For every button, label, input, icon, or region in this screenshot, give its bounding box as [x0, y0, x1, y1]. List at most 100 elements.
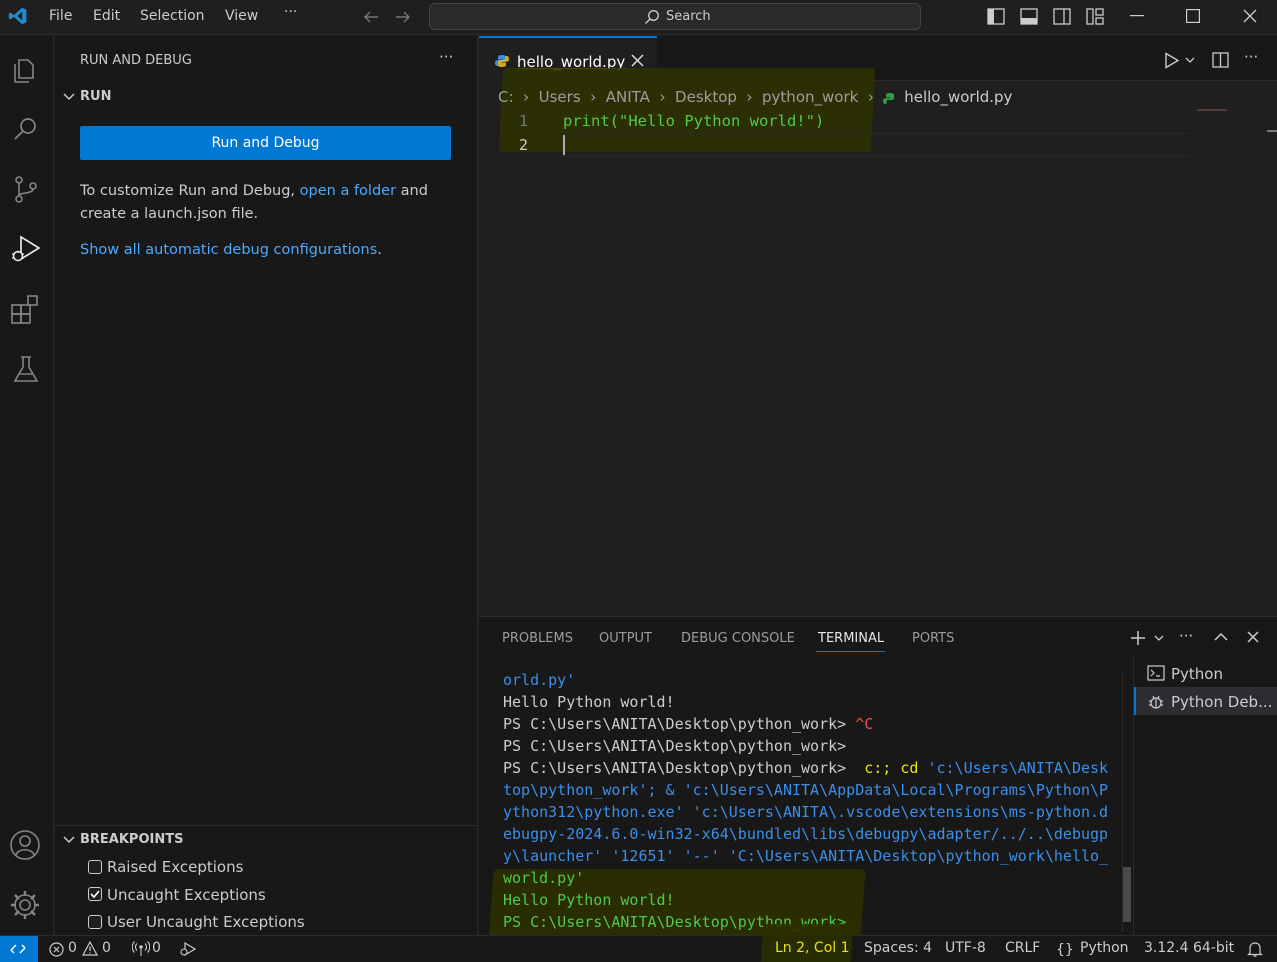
- maximize-panel-chevron-up-icon[interactable]: [1214, 632, 1228, 641]
- terminal-line-text: PS C:\Users\ANITA\Desktop\python_work>: [503, 759, 865, 777]
- terminal-line-text: ebugpy-2024.6.0-win32-x64\bundled\libs\d…: [503, 825, 1109, 843]
- toggle-panel-icon[interactable]: [1020, 8, 1038, 25]
- sidebar-more-button[interactable]: ···: [439, 48, 453, 66]
- terminal-line: Hello Python world!: [503, 891, 675, 909]
- new-terminal-plus-icon[interactable]: [1130, 630, 1146, 646]
- breadcrumb-users[interactable]: Users: [539, 88, 581, 106]
- accounts-icon[interactable]: [9, 828, 43, 862]
- debug-launch-icon[interactable]: [179, 941, 197, 957]
- user-uncaught-exceptions-checkbox[interactable]: [88, 915, 102, 929]
- breadcrumb-anita[interactable]: ANITA: [606, 88, 650, 106]
- breadcrumb-desktop[interactable]: Desktop: [675, 88, 737, 106]
- raised-exceptions-label: Raised Exceptions: [107, 858, 244, 876]
- indentation-spaces[interactable]: Spaces: 4: [864, 940, 932, 956]
- run-options-chevron-icon[interactable]: [1185, 57, 1195, 64]
- tab-close-icon[interactable]: [631, 54, 644, 67]
- toggle-secondary-sidebar-icon[interactable]: [1053, 8, 1071, 25]
- terminal-item-python[interactable]: Python: [1171, 665, 1223, 683]
- back-arrow-icon[interactable]: [362, 9, 380, 25]
- terminal-scrollbar[interactable]: [1123, 867, 1131, 922]
- chevron-down-icon[interactable]: [63, 92, 75, 102]
- testing-flask-icon[interactable]: [9, 352, 43, 386]
- ports-count[interactable]: 0: [152, 940, 161, 956]
- editor-more-actions-icon[interactable]: ···: [1244, 48, 1258, 66]
- help-text-suffix: and: [400, 183, 428, 199]
- search-view-icon[interactable]: [9, 112, 43, 146]
- remote-indicator-button[interactable]: [0, 936, 38, 962]
- python-interpreter[interactable]: 3.12.4 64-bit: [1144, 940, 1234, 956]
- status-bar: 0 0 0 Ln 2, Col 1 Spaces: 4 UTF-8 CRLF {…: [0, 924, 1277, 962]
- errors-icon[interactable]: [49, 942, 64, 957]
- menu-view[interactable]: View: [225, 8, 258, 24]
- menu-selection[interactable]: Selection: [140, 8, 205, 24]
- terminal-line: PS C:\Users\ANITA\Desktop\python_work>: [503, 737, 846, 755]
- uncaught-exceptions-checkbox[interactable]: [88, 887, 102, 901]
- terminal-line: y\launcher' '12651' '--' 'C:\Users\ANITA…: [503, 847, 1108, 865]
- ports-broadcast-icon[interactable]: [132, 941, 150, 957]
- terminal-line: top\python_work'; & 'c:\Users\ANITA\AppD…: [503, 781, 1108, 799]
- language-mode[interactable]: Python: [1080, 940, 1129, 956]
- terminal-dropdown-chevron-icon[interactable]: [1154, 635, 1164, 642]
- activity-bar: [0, 36, 54, 935]
- errors-count[interactable]: 0: [68, 940, 77, 956]
- terminal-line: orld.py': [503, 671, 575, 689]
- warnings-icon[interactable]: [82, 941, 98, 956]
- run-and-debug-icon[interactable]: [9, 232, 43, 266]
- split-editor-icon[interactable]: [1212, 52, 1229, 68]
- forward-arrow-icon[interactable]: [394, 9, 412, 25]
- end-of-line[interactable]: CRLF: [1005, 940, 1040, 956]
- menu-edit[interactable]: Edit: [93, 8, 120, 24]
- code-line[interactable]: print("Hello Python world!"): [563, 112, 824, 130]
- open-folder-link[interactable]: open a folder: [300, 183, 396, 199]
- close-window-icon[interactable]: [1243, 9, 1257, 23]
- run-section-header[interactable]: RUN: [80, 89, 111, 104]
- maximize-icon[interactable]: [1186, 9, 1200, 23]
- line-number: 2: [519, 136, 529, 154]
- run-and-debug-button[interactable]: Run and Debug: [80, 126, 451, 160]
- cursor-position[interactable]: Ln 2, Col 1: [775, 940, 850, 956]
- explorer-icon[interactable]: [9, 52, 43, 86]
- terminal-line-text: y\launcher' '12651' '--' 'C:\Users\ANITA…: [503, 847, 1109, 865]
- toggle-primary-sidebar-icon[interactable]: [987, 8, 1005, 25]
- terminal-shell-icon: [1147, 665, 1165, 681]
- run-debug-sidebar: RUN AND DEBUG ··· RUN Run and Debug To c…: [55, 36, 478, 935]
- language-braces-icon[interactable]: {}: [1056, 942, 1074, 958]
- terminal-line-text: Hello Python world!: [503, 693, 675, 711]
- close-panel-icon[interactable]: [1247, 631, 1259, 643]
- terminal-line-text: world.py': [503, 869, 585, 887]
- customize-layout-icon[interactable]: [1086, 8, 1104, 25]
- breadcrumb-file[interactable]: hello_world.py: [904, 88, 1012, 106]
- python-file-icon: [495, 54, 509, 68]
- terminal-line-text: ython312\python.exe' 'c:\Users\ANITA\.vs…: [503, 803, 1109, 821]
- terminal-line-text: orld.py': [503, 671, 576, 689]
- raised-exceptions-checkbox[interactable]: [88, 860, 102, 874]
- terminal-output[interactable]: orld.py' Hello Python world! PS C:\Users\A…: [479, 617, 1119, 936]
- search-icon: [644, 9, 660, 25]
- menu-file[interactable]: File: [49, 8, 72, 24]
- extensions-icon[interactable]: [9, 292, 43, 326]
- terminal-line-extra: ^C: [855, 715, 874, 733]
- minimize-icon[interactable]: [1130, 15, 1144, 17]
- breadcrumb-drive[interactable]: C:: [498, 88, 514, 106]
- command-center-search[interactable]: Search: [429, 3, 921, 30]
- terminal-line-text: Hello Python world!: [503, 891, 675, 909]
- editor-area[interactable]: C: › Users › ANITA › Desktop › python_wo…: [479, 68, 1277, 615]
- file-encoding[interactable]: UTF-8: [945, 940, 986, 956]
- manage-gear-icon[interactable]: [9, 888, 43, 922]
- menu-more[interactable]: ···: [284, 4, 297, 20]
- warnings-count[interactable]: 0: [102, 940, 111, 956]
- breakpoints-section-header[interactable]: BREAKPOINTS: [80, 832, 183, 847]
- vscode-logo-icon: [8, 6, 28, 26]
- panel-more-icon[interactable]: ···: [1179, 627, 1193, 645]
- terminal-line: world.py': [503, 869, 584, 887]
- breadcrumb-python-work[interactable]: python_work: [762, 88, 858, 106]
- run-python-file-icon[interactable]: [1164, 52, 1180, 69]
- source-control-icon[interactable]: [9, 172, 43, 206]
- notifications-bell-icon[interactable]: [1247, 941, 1263, 958]
- bottom-panel: PROBLEMS OUTPUT DEBUG CONSOLE TERMINAL P…: [479, 616, 1277, 941]
- show-debug-configs-link[interactable]: Show all automatic debug configurations: [80, 242, 377, 258]
- user-uncaught-exceptions-label: User Uncaught Exceptions: [107, 913, 305, 931]
- remote-icon: [10, 942, 26, 956]
- breakpoints-chevron-down-icon[interactable]: [63, 835, 75, 845]
- terminal-item-python-debug[interactable]: Python Deb...: [1171, 693, 1272, 711]
